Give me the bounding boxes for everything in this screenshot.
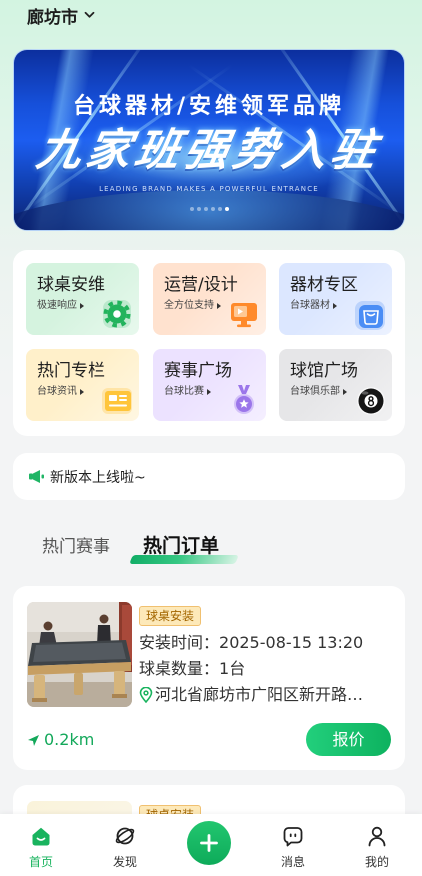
- chevron-down-icon: [84, 11, 95, 18]
- plus-icon: [200, 834, 218, 852]
- banner-title: 九家班强势入驻: [33, 125, 386, 176]
- order-card[interactable]: 球桌安装 安装时间：2025-08-15 13:20 球桌数量：1台 河北省廊坊…: [13, 586, 405, 770]
- order-type-badge: 球桌安装: [139, 606, 202, 626]
- city-name: 廊坊市: [27, 7, 78, 28]
- tabbar-home[interactable]: 首页: [11, 814, 71, 876]
- order-distance: 0.2km: [27, 730, 94, 750]
- tile-desc-text: 台球俱乐部: [290, 386, 340, 397]
- tile-desc: 极速响应: [37, 300, 84, 312]
- tabbar-discover[interactable]: 发现: [95, 814, 155, 876]
- install-time: 安装时间：2025-08-15 13:20: [139, 633, 363, 653]
- tile-desc: 台球俱乐部: [290, 386, 347, 398]
- city-selector[interactable]: 廊坊市: [27, 3, 95, 28]
- monitor-icon: [227, 297, 261, 331]
- tile-desc: 台球比赛: [164, 386, 211, 398]
- eight-ball-icon: [353, 383, 387, 417]
- tile-venue-plaza[interactable]: 球馆广场 台球俱乐部: [279, 349, 392, 421]
- carousel-dot[interactable]: [196, 207, 201, 211]
- tile-operation-design[interactable]: 运营/设计 全方位支持: [153, 263, 266, 335]
- navigation-arrow-icon: [28, 734, 39, 746]
- tile-desc: 全方位支持: [164, 300, 221, 312]
- caret-right-icon: [80, 389, 84, 395]
- notice-text: 新版本上线啦~: [50, 469, 146, 486]
- tile-title: 球馆广场: [290, 361, 358, 381]
- shopping-bag-icon: [353, 297, 387, 331]
- user-icon: [368, 826, 386, 847]
- tile-desc: 台球资讯: [37, 386, 84, 398]
- carousel-dots: [14, 207, 404, 211]
- tile-desc-text: 极速响应: [37, 300, 77, 311]
- tile-title: 热门专栏: [37, 361, 105, 381]
- news-card-icon: [100, 383, 134, 417]
- caret-right-icon: [217, 303, 221, 309]
- tab-label: 热门订单: [143, 535, 220, 557]
- caret-right-icon: [333, 303, 337, 309]
- caret-right-icon: [343, 389, 347, 395]
- tabbar-mine[interactable]: 我的: [347, 814, 407, 876]
- gear-icon: [100, 297, 134, 331]
- table-quantity-value: 1台: [219, 659, 246, 678]
- service-grid: 球桌安维 极速响应 运营/设计 全方位支持 器材专区 台球器材 热门专栏 台球资…: [13, 250, 405, 436]
- tabbar-label: 发现: [112, 855, 137, 869]
- order-photo: [27, 602, 132, 707]
- location-pin-icon: [139, 687, 153, 703]
- tabbar-label: 我的: [364, 855, 389, 869]
- order-address: 河北省廊坊市广阳区新开路…: [139, 685, 391, 705]
- tile-title: 球桌安维: [37, 275, 105, 295]
- table-quantity-label: 球桌数量：: [139, 659, 220, 678]
- tabbar-label: 首页: [28, 855, 53, 869]
- tabbar-messages[interactable]: 消息: [263, 814, 323, 876]
- tile-hot-column[interactable]: 热门专栏 台球资讯: [26, 349, 139, 421]
- tab-hot-events[interactable]: 热门赛事: [42, 536, 110, 558]
- tile-desc-text: 全方位支持: [164, 300, 214, 311]
- caret-right-icon: [80, 303, 84, 309]
- tab-hot-orders[interactable]: 热门订单: [143, 534, 219, 558]
- promo-banner[interactable]: 台球器材/安维领军品牌 九家班强势入驻 LEADING BRAND MAKES …: [13, 49, 405, 231]
- tile-title: 赛事广场: [164, 361, 232, 381]
- planet-icon: [115, 827, 135, 845]
- home-icon: [32, 827, 50, 846]
- tile-desc: 台球器材: [290, 300, 337, 312]
- carousel-dot[interactable]: [217, 207, 222, 211]
- speaker-icon: [29, 470, 44, 483]
- quote-button[interactable]: 报价: [306, 723, 391, 756]
- message-icon: [283, 827, 303, 847]
- install-time-label: 安装时间：: [139, 633, 220, 652]
- tile-title: 运营/设计: [164, 275, 238, 295]
- tile-title: 器材专区: [290, 275, 358, 295]
- distance-value: 0.2km: [44, 730, 95, 749]
- tile-event-plaza[interactable]: 赛事广场 台球比赛: [153, 349, 266, 421]
- carousel-dot[interactable]: [210, 207, 215, 211]
- carousel-dot[interactable]: [224, 207, 229, 211]
- caret-right-icon: [207, 389, 211, 395]
- medal-icon: [227, 383, 261, 417]
- tile-desc-text: 台球资讯: [37, 386, 77, 397]
- tile-desc-text: 台球比赛: [164, 386, 204, 397]
- banner-headline: 台球器材/安维领军品牌: [72, 94, 346, 119]
- banner-subtitle: LEADING BRAND MAKES A POWERFUL ENTRANCE: [99, 185, 319, 193]
- install-time-value: 2025-08-15 13:20: [219, 633, 364, 652]
- publish-button[interactable]: [187, 821, 231, 865]
- bottom-tab-bar: 首页 发现 消息 我的: [0, 814, 422, 876]
- table-quantity: 球桌数量：1台: [139, 659, 245, 679]
- notice-bar[interactable]: 新版本上线啦~: [13, 453, 405, 500]
- tile-desc-text: 台球器材: [290, 300, 330, 311]
- order-address-text: 河北省廊坊市广阳区新开路…: [155, 685, 364, 704]
- tile-equipment[interactable]: 器材专区 台球器材: [279, 263, 392, 335]
- carousel-dot[interactable]: [189, 207, 194, 211]
- carousel-dot[interactable]: [203, 207, 208, 211]
- tabbar-label: 消息: [280, 855, 305, 869]
- tile-table-maintenance[interactable]: 球桌安维 极速响应: [26, 263, 139, 335]
